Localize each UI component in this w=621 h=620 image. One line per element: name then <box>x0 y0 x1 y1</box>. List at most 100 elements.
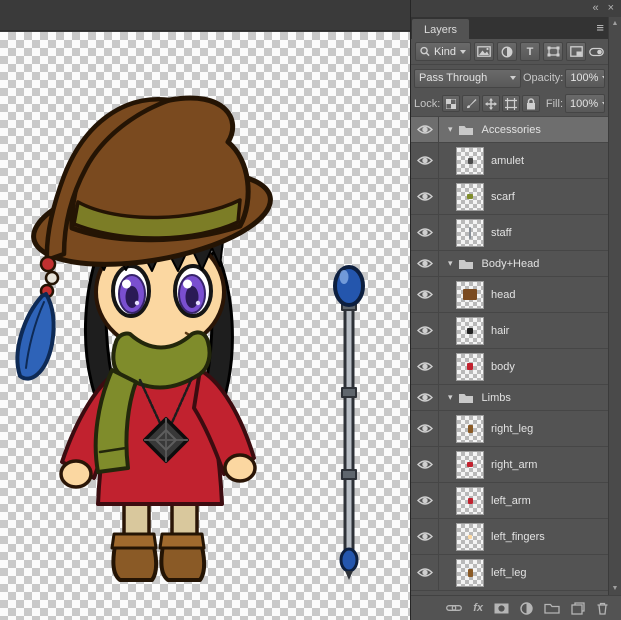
layer-thumbnail[interactable] <box>457 524 483 550</box>
panel-menu-icon[interactable]: ≡ <box>596 20 604 35</box>
visibility-toggle[interactable] <box>411 313 439 348</box>
link-layers-icon[interactable] <box>446 603 462 613</box>
folder-icon <box>458 124 474 136</box>
layer-thumbnail[interactable] <box>457 354 483 380</box>
visibility-toggle[interactable] <box>411 215 439 250</box>
lock-position-button[interactable] <box>482 95 500 112</box>
layer-row-body[interactable]: body <box>411 349 608 385</box>
group-name: Body+Head <box>482 258 540 270</box>
eye-icon <box>417 258 433 269</box>
group-row-Limbs[interactable]: ▾ Limbs <box>411 385 608 411</box>
lock-artboard-button[interactable] <box>502 95 520 112</box>
visibility-toggle[interactable] <box>411 349 439 384</box>
layer-row-head[interactable]: head <box>411 277 608 313</box>
layer-row-right_leg[interactable]: right_leg <box>411 411 608 447</box>
layer-thumbnail[interactable] <box>457 488 483 514</box>
thumbnail-sprite <box>468 535 472 539</box>
layer-row-left_leg[interactable]: left_leg <box>411 555 608 591</box>
visibility-toggle[interactable] <box>411 251 439 276</box>
visibility-toggle[interactable] <box>411 447 439 482</box>
layer-row-scarf[interactable]: scarf <box>411 179 608 215</box>
shape-icon <box>547 46 560 57</box>
eye-icon <box>417 191 433 202</box>
kind-filter-label: Kind <box>434 46 456 58</box>
layer-name: left_arm <box>491 495 531 507</box>
transparency-checkerboard[interactable] <box>0 32 410 620</box>
layer-thumbnail[interactable] <box>457 220 483 246</box>
layer-row-hair[interactable]: hair <box>411 313 608 349</box>
thumbnail-sprite <box>468 158 473 164</box>
eye-icon <box>417 392 433 403</box>
fill-label: Fill: <box>546 98 563 110</box>
visibility-toggle[interactable] <box>411 277 439 312</box>
scroll-up-icon[interactable]: ▲ <box>612 20 619 27</box>
fill-dropdown[interactable]: 100% <box>565 94 605 113</box>
chevron-down-icon <box>510 76 516 80</box>
visibility-toggle[interactable] <box>411 117 439 142</box>
layer-filter-toggle[interactable] <box>589 47 604 57</box>
layer-thumbnail[interactable] <box>457 416 483 442</box>
filter-shape-layers-button[interactable] <box>543 42 563 61</box>
filter-pixel-layers-button[interactable] <box>474 42 494 61</box>
lock-all-button[interactable] <box>522 95 540 112</box>
group-name: Limbs <box>482 392 511 404</box>
collapse-panel-icon[interactable]: « <box>592 3 598 14</box>
blend-mode-dropdown[interactable]: Pass Through <box>414 69 521 88</box>
eye-icon <box>417 227 433 238</box>
eye-icon <box>417 531 433 542</box>
layer-row-left_arm[interactable]: left_arm <box>411 483 608 519</box>
panel-footer: fx <box>411 595 621 620</box>
layers-panel: « × Layers ≡ Kind T <box>410 0 621 620</box>
layer-thumbnail[interactable] <box>457 282 483 308</box>
new-group-icon[interactable] <box>544 602 560 614</box>
visibility-toggle[interactable] <box>411 179 439 214</box>
visibility-toggle[interactable] <box>411 143 439 178</box>
filter-smart-objects-button[interactable] <box>566 42 586 61</box>
adjustment-layer-icon[interactable] <box>520 602 533 615</box>
opacity-label: Opacity: <box>523 72 563 84</box>
group-row-Accessories[interactable]: ▾ Accessories <box>411 117 608 143</box>
group-name: Accessories <box>482 124 541 136</box>
scroll-down-icon[interactable]: ▼ <box>612 585 619 592</box>
eye-icon <box>417 124 433 135</box>
add-mask-icon[interactable] <box>494 603 509 614</box>
tab-layers[interactable]: Layers <box>412 19 469 39</box>
chevron-down-icon[interactable]: ▾ <box>448 124 453 135</box>
layer-name: right_arm <box>491 459 537 471</box>
filter-type-layers-button[interactable]: T <box>520 42 540 61</box>
layer-row-right_arm[interactable]: right_arm <box>411 447 608 483</box>
layer-style-icon[interactable]: fx <box>473 602 483 614</box>
chevron-down-icon <box>602 102 605 106</box>
canvas-area[interactable] <box>0 0 410 620</box>
new-layer-icon[interactable] <box>571 602 585 615</box>
group-row-Body+Head[interactable]: ▾ Body+Head <box>411 251 608 277</box>
chevron-down-icon <box>602 76 605 80</box>
layer-thumbnail[interactable] <box>457 318 483 344</box>
filter-adjustment-layers-button[interactable] <box>497 42 517 61</box>
lock-transparency-button[interactable] <box>442 95 460 112</box>
visibility-toggle[interactable] <box>411 483 439 518</box>
panel-scrollbar[interactable]: ▲ ▼ <box>608 17 621 595</box>
visibility-toggle[interactable] <box>411 385 439 410</box>
visibility-toggle[interactable] <box>411 519 439 554</box>
eye-icon <box>417 361 433 372</box>
layer-name: scarf <box>491 191 515 203</box>
layer-thumbnail[interactable] <box>457 148 483 174</box>
layer-thumbnail[interactable] <box>457 184 483 210</box>
visibility-toggle[interactable] <box>411 555 439 590</box>
visibility-toggle[interactable] <box>411 411 439 446</box>
chevron-down-icon[interactable]: ▾ <box>448 392 453 403</box>
layer-name: right_leg <box>491 423 533 435</box>
close-panel-icon[interactable]: × <box>608 3 614 14</box>
layer-thumbnail[interactable] <box>457 452 483 478</box>
chevron-down-icon[interactable]: ▾ <box>448 258 453 269</box>
layer-row-staff[interactable]: staff <box>411 215 608 251</box>
application-window: « × Layers ≡ Kind T <box>0 0 621 620</box>
layer-row-left_fingers[interactable]: left_fingers <box>411 519 608 555</box>
layer-thumbnail[interactable] <box>457 560 483 586</box>
delete-layer-icon[interactable] <box>596 602 609 615</box>
opacity-dropdown[interactable]: 100% <box>565 69 605 88</box>
kind-filter-dropdown[interactable]: Kind <box>415 42 471 61</box>
layer-row-amulet[interactable]: amulet <box>411 143 608 179</box>
lock-pixels-button[interactable] <box>462 95 480 112</box>
